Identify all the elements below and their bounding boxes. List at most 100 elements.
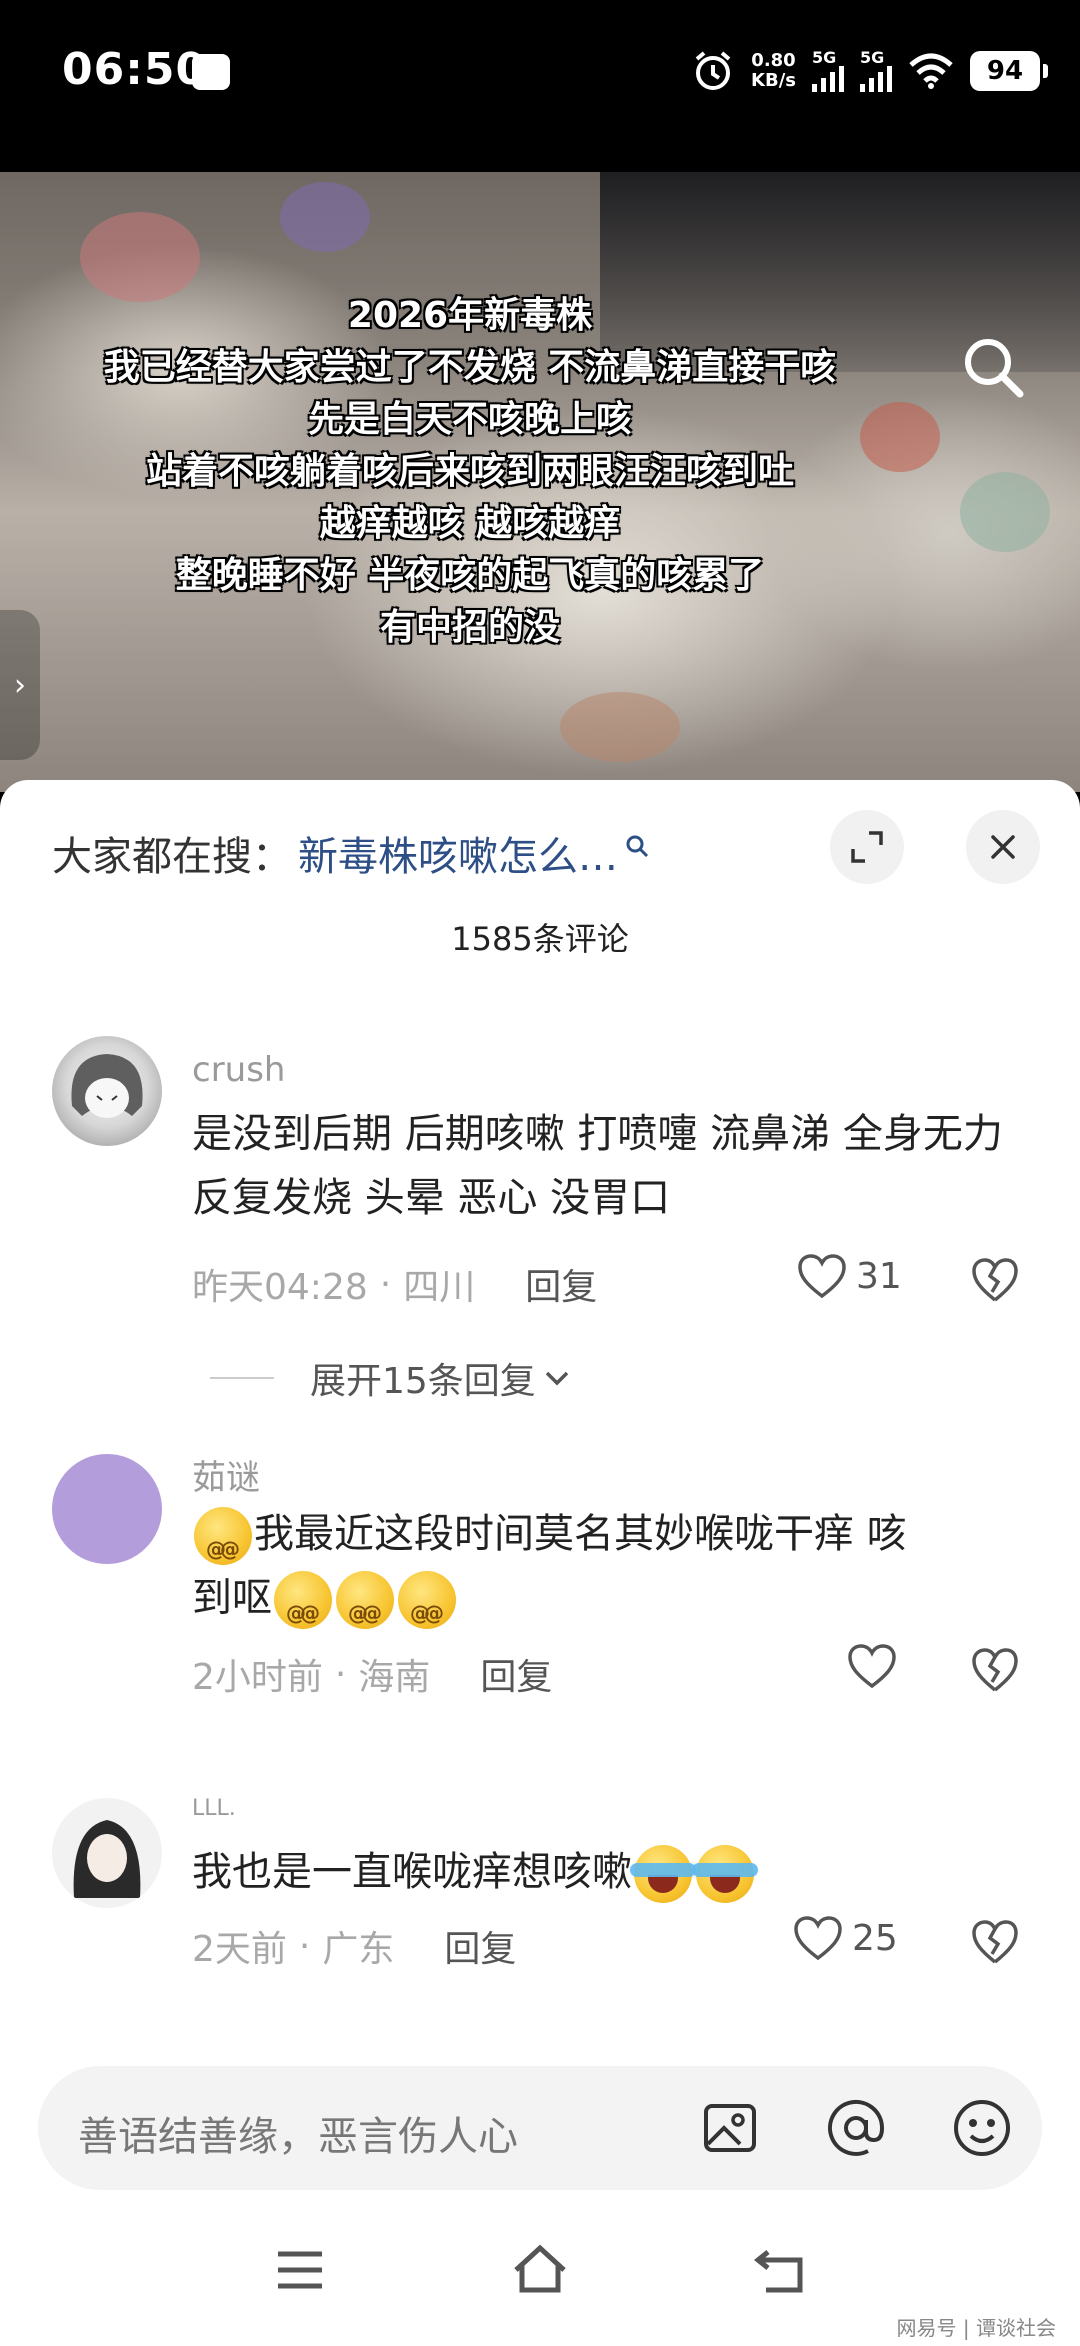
- avatar-image: [73, 1820, 141, 1898]
- search-icon: [626, 835, 649, 858]
- reply-button[interactable]: 回复: [444, 1920, 516, 1972]
- expand-replies-button[interactable]: 展开15条回复: [210, 1352, 572, 1404]
- blanket-pattern: [560, 692, 680, 762]
- comment-username[interactable]: 茹谜: [192, 1450, 260, 1499]
- video-caption: 2026年新毒株 我已经替大家尝过了不发烧 不流鼻涕直接干咳 先是白天不咳晚上咳…: [0, 290, 940, 654]
- like-button[interactable]: 31: [796, 1252, 902, 1300]
- comment-text-line: 到呕: [192, 1566, 1042, 1645]
- signal-icon: [860, 66, 892, 92]
- crying-emoji-icon: [630, 1845, 696, 1903]
- comment-text-part: 我也是一直喉咙痒想咳嗽: [192, 1849, 632, 1895]
- comment-text: 是没到后期 后期咳嗽 打喷嚏 流鼻涕 全身无力 反复发烧 头晕 恶心 没胃口: [192, 1111, 1003, 1221]
- heart-icon: [794, 1916, 842, 1961]
- comment-username[interactable]: LLL.: [192, 1796, 236, 1821]
- search-icon[interactable]: [958, 332, 1028, 402]
- net-speed-unit: KB/s: [751, 70, 796, 91]
- blanket-pattern: [80, 212, 200, 302]
- expand-button[interactable]: [830, 810, 904, 884]
- search-suggestion[interactable]: 大家都在搜： 新毒株咳嗽怎么…: [52, 824, 650, 882]
- chevron-down-icon: [545, 1371, 569, 1386]
- caption-line: 整晚睡不好 半夜咳的起飞真的咳累了: [175, 555, 765, 596]
- heart-icon: [848, 1644, 896, 1689]
- broken-heart-icon[interactable]: [970, 1918, 1020, 1966]
- comment-input-placeholder[interactable]: 善语结善缘，恶言伤人心: [78, 2104, 518, 2162]
- clock: 06:50: [62, 44, 208, 95]
- battery-indicator: 94: [970, 51, 1048, 91]
- expand-icon: [851, 831, 883, 863]
- status-icons: 0.80 KB/s 5G 5G 94: [691, 46, 1048, 96]
- comment-location: 海南: [358, 1657, 431, 1698]
- comment-username[interactable]: crush: [192, 1050, 285, 1090]
- signal-label: 5G: [812, 48, 837, 67]
- caption-line: 我已经替大家尝过了不发烧 不流鼻涕直接干咳: [103, 347, 837, 388]
- dizzy-emoji-icon: [336, 1571, 394, 1645]
- like-count: 25: [852, 1917, 898, 1959]
- close-button[interactable]: [966, 810, 1040, 884]
- blanket-pattern: [960, 472, 1050, 552]
- comment-location: 广东: [322, 1929, 395, 1970]
- close-icon: [991, 835, 1015, 859]
- home-icon[interactable]: [510, 2240, 570, 2300]
- comment-meta: 2天前 · 广东 回复: [192, 1920, 516, 1972]
- caption-line: 2026年新毒株: [347, 295, 593, 336]
- comment-time: 昨天04:28: [192, 1267, 368, 1308]
- signal-5g-1: 5G: [812, 50, 844, 92]
- blanket-pattern: [280, 182, 370, 252]
- comment-time: 2天前: [192, 1929, 287, 1970]
- like-count: 31: [856, 1255, 902, 1297]
- notification-icon: [192, 54, 230, 90]
- avatar[interactable]: [52, 1036, 162, 1146]
- search-suggestion-link[interactable]: 新毒株咳嗽怎么…: [298, 824, 618, 882]
- back-icon[interactable]: [750, 2240, 810, 2300]
- previous-arrow-button[interactable]: ›: [0, 610, 40, 760]
- signal-label: 5G: [860, 48, 885, 67]
- comment-count: 1585条评论: [451, 920, 629, 958]
- video-player[interactable]: 2026年新毒株 我已经替大家尝过了不发烧 不流鼻涕直接干咳 先是白天不咳晚上咳…: [0, 172, 1080, 792]
- meta-separator: ·: [379, 1263, 392, 1305]
- avatar[interactable]: [52, 1454, 162, 1564]
- comment-text: 我最近这段时间莫名其妙喉咙干痒 咳 到呕: [192, 1502, 1042, 1645]
- heart-icon: [798, 1254, 846, 1299]
- broken-heart-icon[interactable]: [970, 1646, 1020, 1694]
- caption-line: 站着不咳躺着咳后来咳到两眼汪汪咳到吐: [145, 451, 794, 492]
- dizzy-emoji-icon: [274, 1571, 332, 1645]
- signal-5g-2: 5G: [860, 50, 892, 92]
- avatar[interactable]: [52, 1798, 162, 1908]
- avatar-image: [71, 1054, 143, 1118]
- comment-meta: 昨天04:28 · 四川 回复: [192, 1258, 597, 1310]
- menu-icon[interactable]: [270, 2240, 330, 2300]
- net-speed-value: 0.80: [751, 50, 796, 71]
- crying-emoji-icon: [692, 1845, 758, 1903]
- like-button[interactable]: 25: [792, 1914, 898, 1962]
- expand-replies-label: 展开15条回复: [310, 1361, 536, 1402]
- dizzy-emoji-icon: [398, 1571, 456, 1645]
- emoji-icon[interactable]: [950, 2096, 1014, 2160]
- status-bar: 06:50 0.80 KB/s 5G 5G 94: [0, 0, 1080, 172]
- caption-line: 先是白天不咳晚上咳: [307, 399, 632, 440]
- reply-button[interactable]: 回复: [525, 1258, 597, 1310]
- comment-text: 我也是一直喉咙痒想咳嗽: [192, 1840, 1042, 1904]
- comment-text-line: 我最近这段时间莫名其妙喉咙干痒 咳: [192, 1502, 1042, 1581]
- reply-button[interactable]: 回复: [480, 1648, 552, 1700]
- dizzy-emoji-icon: [194, 1507, 252, 1581]
- comment-time: 2小时前: [192, 1657, 323, 1698]
- wifi-icon: [909, 53, 953, 89]
- search-suggestion-prefix: 大家都在搜：: [52, 834, 292, 880]
- caption-line: 有中招的没: [379, 607, 560, 648]
- comment-input-bar[interactable]: 善语结善缘，恶言伤人心: [38, 2066, 1042, 2190]
- at-icon[interactable]: [824, 2096, 888, 2160]
- system-nav-bar: 网易号 | 谭谈社会: [0, 2200, 1080, 2346]
- signal-icon: [812, 66, 844, 92]
- comment-text-part: 我最近这段时间莫名其妙喉咙干痒 咳: [254, 1511, 907, 1557]
- comment-text-part: 到呕: [192, 1575, 272, 1621]
- like-button[interactable]: [846, 1642, 898, 1690]
- network-speed: 0.80 KB/s: [751, 51, 796, 91]
- meta-separator: ·: [298, 1925, 311, 1967]
- expand-divider: [210, 1377, 274, 1379]
- broken-heart-icon[interactable]: [970, 1256, 1020, 1304]
- image-icon[interactable]: [698, 2096, 762, 2160]
- comment-meta: 2小时前 · 海南 回复: [192, 1648, 552, 1700]
- watermark: 网易号 | 谭谈社会: [896, 2316, 1056, 2340]
- caption-line: 越痒越咳 越咳越痒: [319, 503, 621, 544]
- meta-separator: ·: [334, 1653, 347, 1695]
